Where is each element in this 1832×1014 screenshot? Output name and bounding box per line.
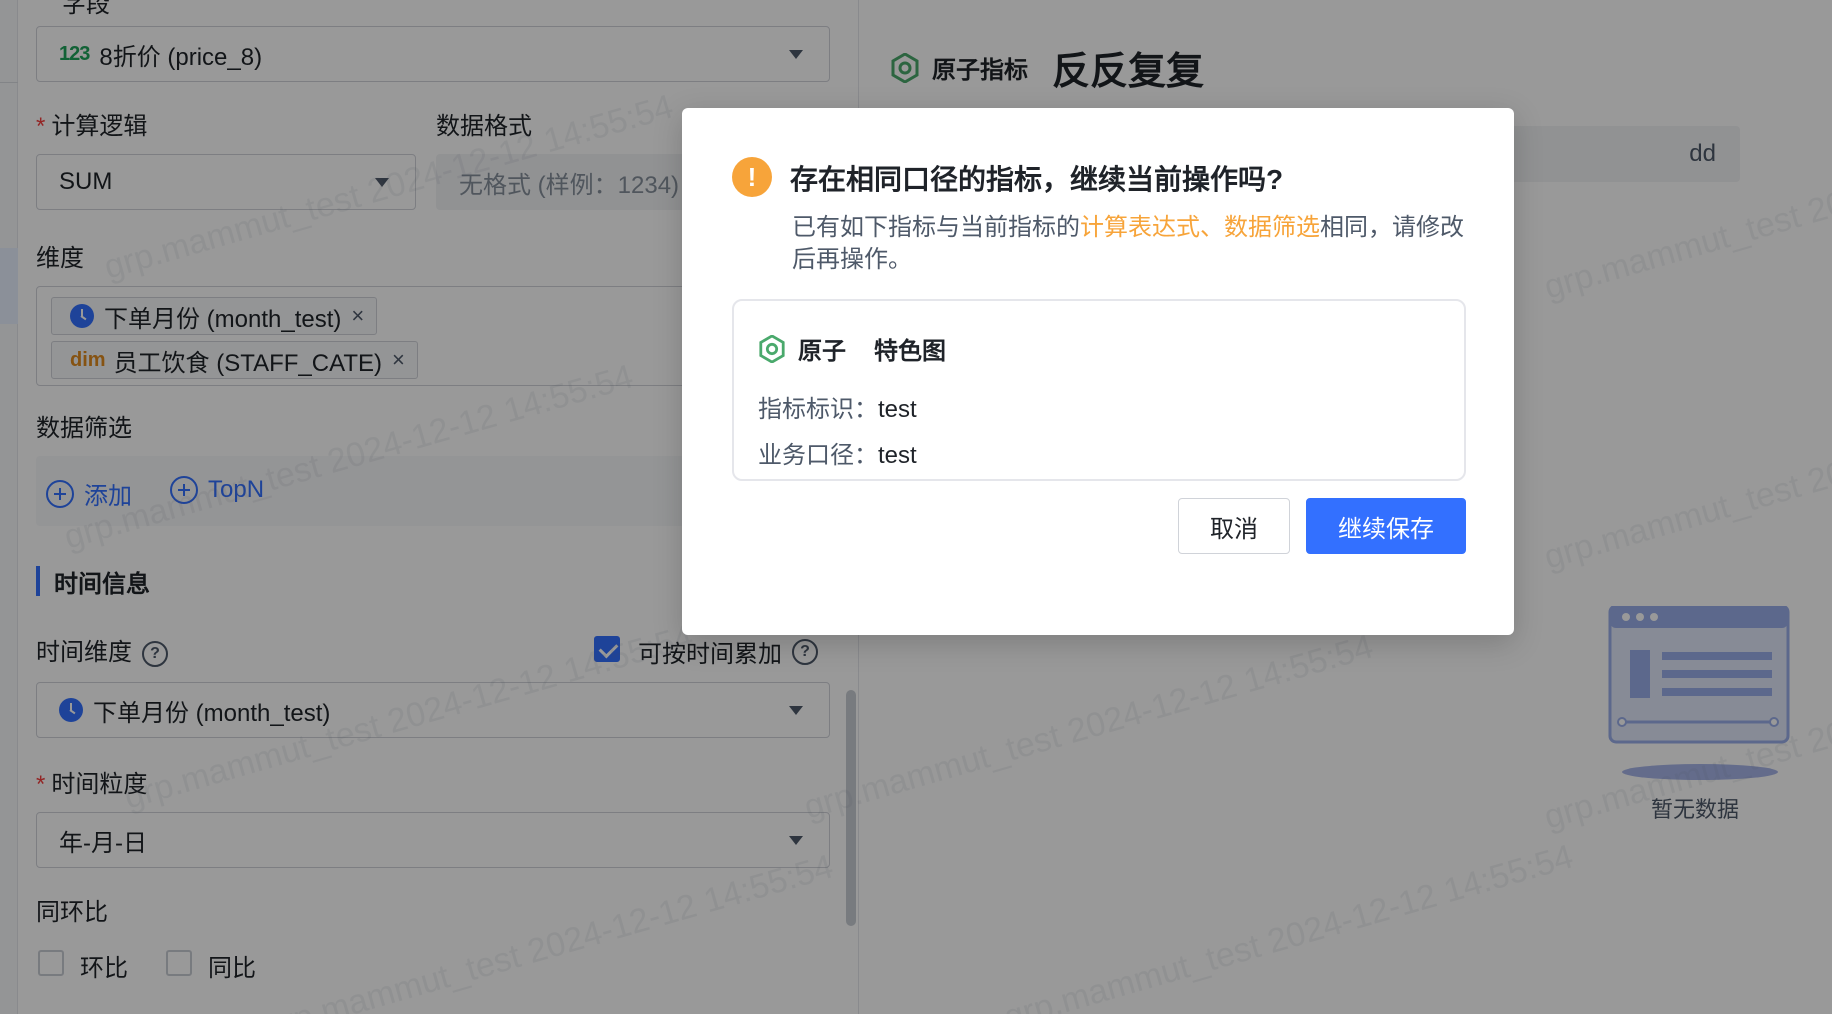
dialog-title: 存在相同口径的指标，继续当前操作吗? bbox=[790, 164, 1284, 195]
card-header: 原子 特色图 bbox=[758, 331, 946, 366]
card-name: 特色图 bbox=[874, 338, 946, 365]
warning-icon: ! bbox=[732, 157, 772, 197]
duplicate-metric-card: 原子 特色图 指标标识：test 业务口径：test bbox=[732, 299, 1466, 481]
card-row-identifier: 指标标识：test bbox=[758, 396, 917, 423]
continue-save-button[interactable]: 继续保存 bbox=[1306, 498, 1466, 554]
dialog-description: 已有如下指标与当前指标的计算表达式、数据筛选相同，请修改后再操作。 bbox=[792, 214, 1464, 273]
confirm-dialog: ! 存在相同口径的指标，继续当前操作吗? 已有如下指标与当前指标的计算表达式、数… bbox=[682, 108, 1514, 635]
dialog-highlight: 计算表达式、数据筛选 bbox=[1080, 214, 1320, 241]
atom-gear-icon bbox=[759, 334, 785, 363]
card-kind: 原子 bbox=[798, 338, 846, 365]
card-row-business-scope: 业务口径：test bbox=[758, 442, 917, 469]
cancel-button[interactable]: 取消 bbox=[1178, 498, 1290, 554]
